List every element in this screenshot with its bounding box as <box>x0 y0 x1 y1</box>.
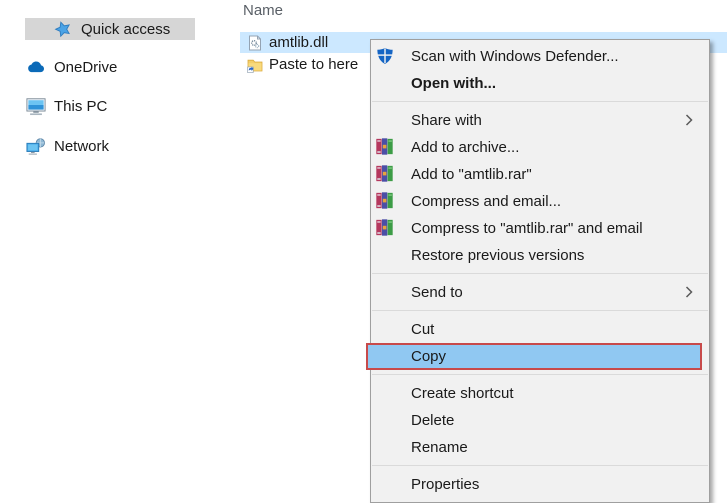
menu-item-label: Scan with Windows Defender... <box>411 48 619 65</box>
menu-separator <box>372 101 708 102</box>
menu-item-label: Create shortcut <box>411 385 514 402</box>
menu-item-cut[interactable]: Cut <box>371 316 709 343</box>
menu-item-label: Restore previous versions <box>411 247 584 264</box>
file-name: Paste to here <box>269 56 358 73</box>
menu-item-label: Properties <box>411 476 479 493</box>
menu-item-send-to[interactable]: Send to <box>371 279 709 306</box>
quick-access-star-icon <box>53 19 73 39</box>
menu-separator <box>372 273 708 274</box>
menu-item-properties[interactable]: Properties <box>371 471 709 498</box>
menu-item-label: Send to <box>411 284 463 301</box>
folder-shortcut-icon <box>247 57 263 73</box>
menu-item-add-to-rar[interactable]: Add to "amtlib.rar" <box>371 161 709 188</box>
submenu-arrow-icon <box>685 286 693 298</box>
menu-item-open-with[interactable]: Open with... <box>371 70 709 97</box>
menu-item-create-shortcut[interactable]: Create shortcut <box>371 380 709 407</box>
menu-item-compress-and-email[interactable]: Compress and email... <box>371 188 709 215</box>
menu-item-label: Compress and email... <box>411 193 561 210</box>
context-menu: Scan with Windows Defender... Open with.… <box>370 39 710 503</box>
menu-item-label: Cut <box>411 321 434 338</box>
menu-item-restore-previous-versions[interactable]: Restore previous versions <box>371 242 709 269</box>
sidebar-item-this-pc[interactable]: This PC <box>26 95 107 117</box>
submenu-arrow-icon <box>685 114 693 126</box>
file-name: amtlib.dll <box>269 34 328 51</box>
sidebar-item-onedrive[interactable]: OneDrive <box>26 56 117 78</box>
sidebar-item-label: Network <box>54 138 109 155</box>
menu-item-label: Compress to "amtlib.rar" and email <box>411 220 643 237</box>
menu-item-rename[interactable]: Rename <box>371 434 709 461</box>
menu-item-share-with[interactable]: Share with <box>371 107 709 134</box>
menu-separator <box>372 465 708 466</box>
dll-file-icon <box>247 35 263 51</box>
column-header-name[interactable]: Name <box>243 0 283 21</box>
menu-item-add-to-archive[interactable]: Add to archive... <box>371 134 709 161</box>
menu-item-label: Add to archive... <box>411 139 519 156</box>
winrar-icon <box>376 138 394 156</box>
sidebar-item-network[interactable]: Network <box>26 135 109 157</box>
network-icon <box>26 136 46 156</box>
menu-separator <box>372 310 708 311</box>
menu-item-label: Rename <box>411 439 468 456</box>
menu-item-compress-to-rar-and-email[interactable]: Compress to "amtlib.rar" and email <box>371 215 709 242</box>
onedrive-cloud-icon <box>26 57 46 77</box>
winrar-icon <box>376 165 394 183</box>
menu-item-scan-with-defender[interactable]: Scan with Windows Defender... <box>371 43 709 70</box>
winrar-icon <box>376 219 394 237</box>
menu-separator <box>372 374 708 375</box>
menu-item-label: Copy <box>411 348 446 365</box>
sidebar-item-quick-access[interactable]: Quick access <box>25 18 195 40</box>
menu-item-label: Add to "amtlib.rar" <box>411 166 532 183</box>
sidebar-item-label: This PC <box>54 98 107 115</box>
windows-defender-icon <box>376 47 394 65</box>
menu-item-label: Share with <box>411 112 482 129</box>
winrar-icon <box>376 192 394 210</box>
file-explorer-window: Quick access OneDrive This PC <box>0 0 727 503</box>
menu-item-copy[interactable]: Copy <box>371 343 709 370</box>
sidebar-item-label: OneDrive <box>54 59 117 76</box>
menu-item-delete[interactable]: Delete <box>371 407 709 434</box>
sidebar-item-label: Quick access <box>81 21 170 38</box>
this-pc-monitor-icon <box>26 96 46 116</box>
menu-item-label: Open with... <box>411 75 496 92</box>
menu-item-label: Delete <box>411 412 454 429</box>
